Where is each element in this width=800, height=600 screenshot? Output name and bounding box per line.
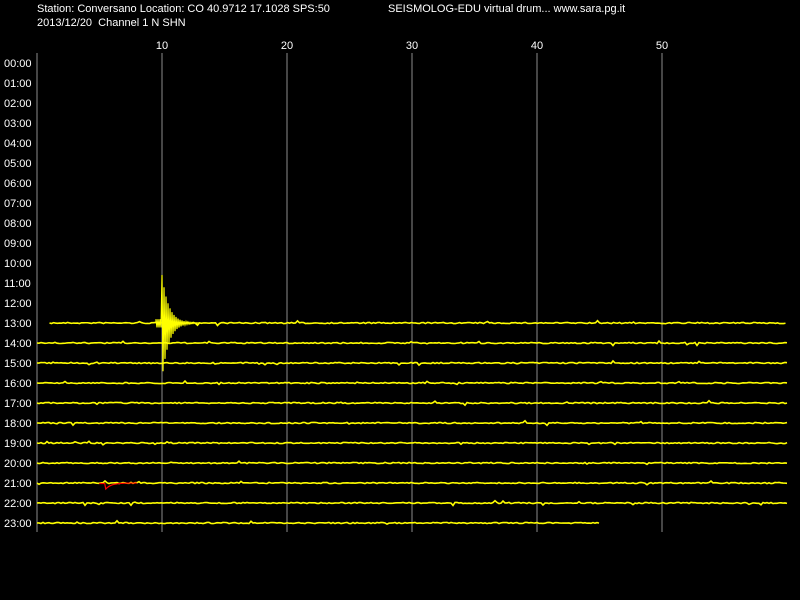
hour-label: 00:00 [4, 58, 32, 70]
hour-label: 18:00 [4, 418, 32, 430]
event-2100 [99, 482, 137, 491]
hour-labels: 00:00 01:00 02:00 03:00 04:00 05:00 06:00 07:00… [4, 58, 32, 530]
x-tick-label: 10 [156, 40, 168, 52]
x-tick-label: 50 [656, 40, 668, 52]
hour-label: 21:00 [4, 478, 32, 490]
hour-label: 07:00 [4, 198, 32, 210]
hour-label: 03:00 [4, 118, 32, 130]
hour-label: 08:00 [4, 218, 32, 230]
x-tick-label: 20 [281, 40, 293, 52]
hour-label: 05:00 [4, 158, 32, 170]
hour-label: 17:00 [4, 398, 32, 410]
hour-label: 22:00 [4, 498, 32, 510]
hour-label: 19:00 [4, 438, 32, 450]
hour-label: 10:00 [4, 258, 32, 270]
hour-label: 02:00 [4, 98, 32, 110]
hour-label: 23:00 [4, 518, 32, 530]
hour-label: 20:00 [4, 458, 32, 470]
seismogram-drum: 10 20 30 40 50 00:00 01:00 02:00 03:00 04:00 05:0… [4, 40, 788, 532]
x-tick-label: 30 [406, 40, 418, 52]
hour-label: 15:00 [4, 358, 32, 370]
x-tick-label: 40 [531, 40, 543, 52]
hour-label: 06:00 [4, 178, 32, 190]
hour-label: 14:00 [4, 338, 32, 350]
hour-label: 09:00 [4, 238, 32, 250]
event-1300 [155, 274, 200, 372]
hour-label: 01:00 [4, 78, 32, 90]
hour-label: 16:00 [4, 378, 32, 390]
trace-2300 [36, 519, 600, 526]
hour-label: 11:00 [4, 278, 31, 290]
grid-lines [36, 53, 663, 532]
hour-label: 13:00 [4, 318, 32, 330]
x-tick-labels: 10 20 30 40 50 [156, 40, 668, 52]
hour-label: 12:00 [4, 298, 32, 310]
hour-label: 04:00 [4, 138, 32, 150]
